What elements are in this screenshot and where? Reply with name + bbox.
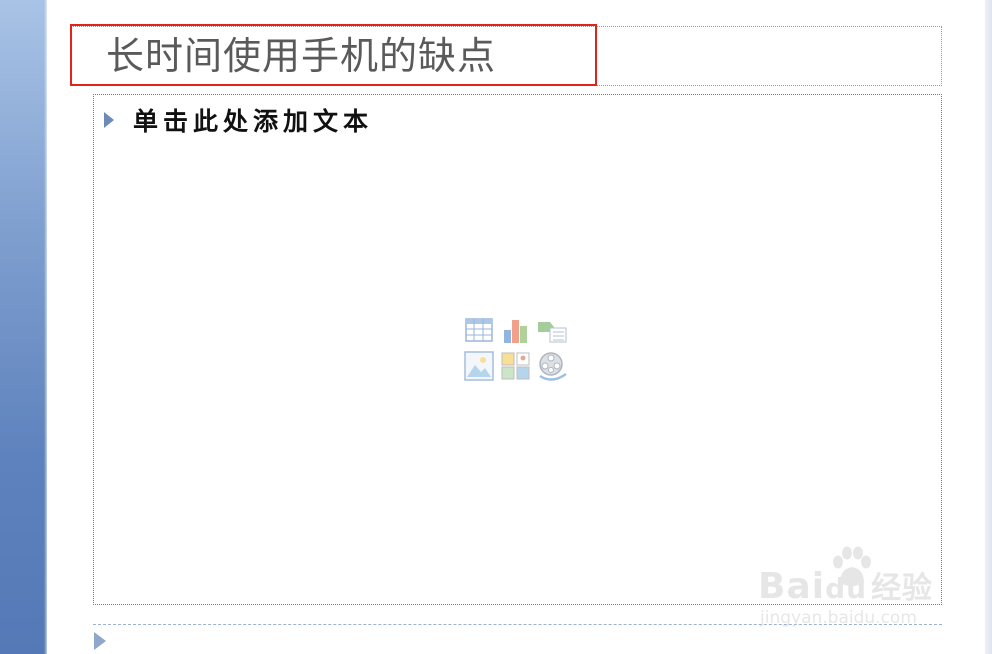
insert-table-icon[interactable] <box>463 314 495 346</box>
insert-clipart-icon[interactable] <box>500 350 532 382</box>
slide-title[interactable]: 长时间使用手机的缺点 <box>106 30 496 82</box>
slide-right-edge <box>985 0 992 654</box>
bullet-triangle-icon <box>104 112 114 128</box>
footer-arrow-icon <box>94 632 106 650</box>
baidu-jingyan-watermark: Baidu 经验 jingyan.baidu.com <box>758 545 948 635</box>
insert-smartart-icon[interactable] <box>536 314 568 346</box>
body-placeholder-text[interactable]: 单击此处添加文本 <box>133 104 373 140</box>
insert-chart-icon[interactable] <box>500 314 532 346</box>
slide-left-band <box>0 0 47 654</box>
watermark-brand-latin: Bai <box>758 566 826 607</box>
insert-media-icon[interactable] <box>536 350 568 382</box>
watermark-brand: Baidu 经验 <box>758 565 933 611</box>
slide-editor-canvas: 长时间使用手机的缺点 单击此处添加文本 Baidu 经验 jingyan.bai… <box>0 0 992 654</box>
watermark-brand-du: du <box>825 572 868 605</box>
insert-content-icons <box>463 314 571 384</box>
watermark-brand-cn: 经验 <box>871 571 934 606</box>
watermark-url: jingyan.baidu.com <box>760 608 917 628</box>
insert-picture-icon[interactable] <box>463 350 495 382</box>
